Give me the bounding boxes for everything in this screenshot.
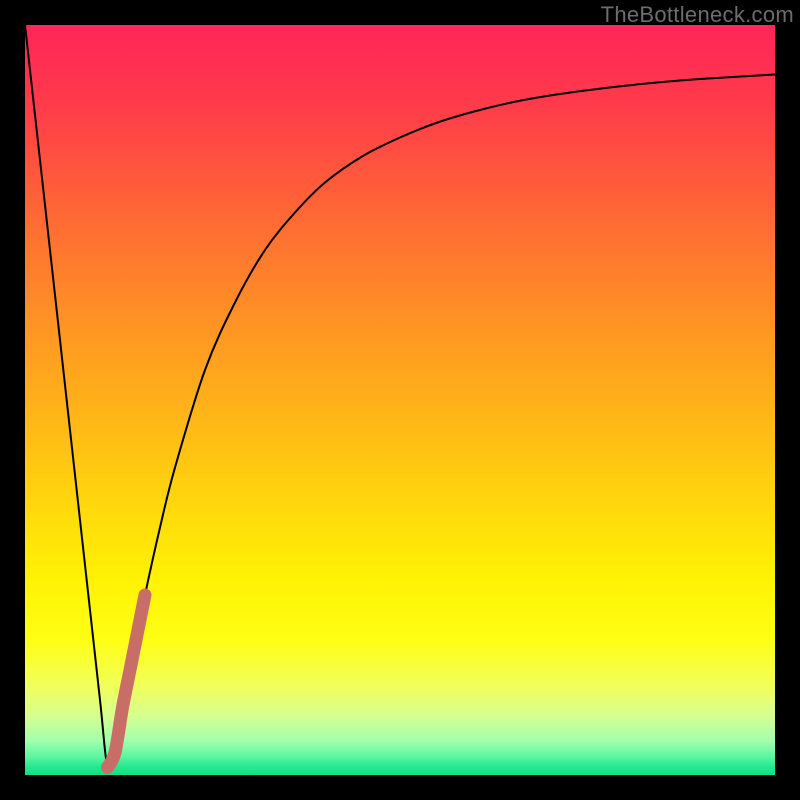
chart-svg (25, 25, 775, 775)
watermark-text: TheBottleneck.com (601, 2, 794, 28)
highlight-segment (108, 595, 146, 768)
chart-frame: TheBottleneck.com (0, 0, 800, 800)
plot-area (25, 25, 775, 775)
curve-layer (25, 25, 775, 771)
